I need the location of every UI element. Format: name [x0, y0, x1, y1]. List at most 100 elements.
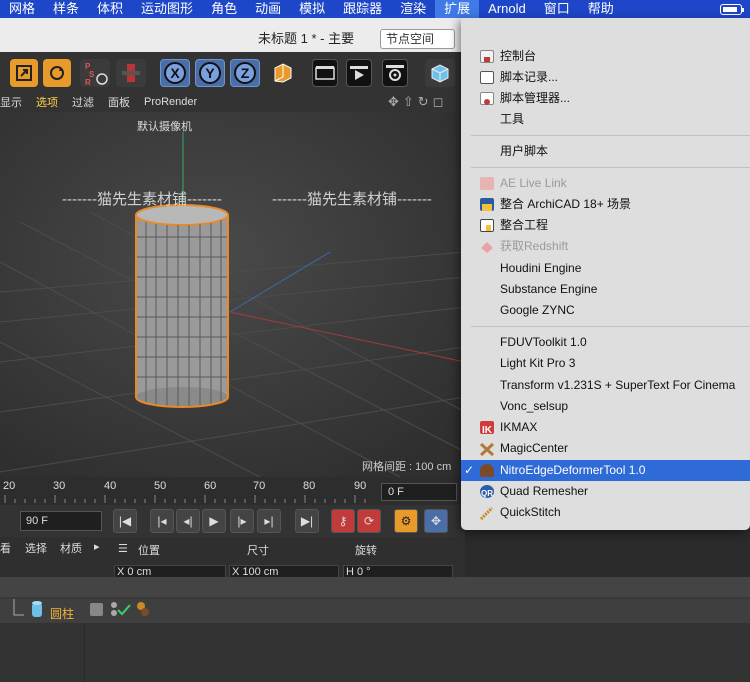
object-manager-header [0, 577, 750, 597]
quickstitch-icon [479, 506, 494, 521]
menu-separator [471, 135, 750, 136]
menu-character[interactable]: 角色 [202, 0, 246, 18]
menu-item-light-kit-pro[interactable]: Light Kit Pro 3 [461, 353, 750, 374]
menu-item-google-zync[interactable]: Google ZYNC [461, 300, 750, 321]
scale-tool-icon[interactable] [10, 59, 38, 87]
menu-item-nitroedgedeformertool[interactable]: ✓ NitroEdgeDeformerTool 1.0 [461, 460, 750, 481]
quad-remesher-icon: QR [480, 485, 494, 498]
render-settings-icon[interactable] [382, 59, 408, 87]
3d-viewport[interactable]: 默认摄像机 -------猫先生素材铺------- -------猫先生素材铺… [0, 112, 465, 477]
menu-item-magiccenter[interactable]: MagicCenter [461, 438, 750, 459]
menu-item-tools[interactable]: 工具 [461, 109, 750, 130]
menu-simulate[interactable]: 模拟 [290, 0, 334, 18]
viewport-menu-filter[interactable]: 过滤 [72, 94, 94, 110]
menu-arnold[interactable]: Arnold [479, 0, 535, 18]
viewport-menu-panel[interactable]: 面板 [108, 94, 130, 110]
previous-frame-icon[interactable]: ◂| [176, 509, 200, 533]
tab-material[interactable]: 材质 [60, 540, 82, 556]
menu-spline[interactable]: 样条 [44, 0, 88, 18]
go-to-end-icon[interactable]: ▶| [295, 509, 319, 533]
timeline-tick: 70 [253, 480, 266, 492]
menu-item-user-scripts[interactable]: 用户脚本 [461, 141, 750, 162]
viewport-menu-options[interactable]: 选项 [36, 94, 58, 110]
svg-text:R: R [85, 78, 91, 87]
move-key-icon[interactable]: ✥ [424, 509, 448, 533]
render-picture-viewer-icon[interactable] [346, 59, 372, 87]
cube-object-icon[interactable] [425, 59, 455, 87]
menu-help[interactable]: 帮助 [579, 0, 623, 18]
menu-item-console[interactable]: 控制台 [461, 46, 750, 67]
menu-item-script-log[interactable]: 脚本记录... [461, 67, 750, 88]
previous-key-icon[interactable]: |◂ [150, 509, 174, 533]
object-manager-body [0, 623, 750, 682]
nitro-icon [480, 464, 494, 477]
menu-item-quickstitch[interactable]: QuickStitch [461, 502, 750, 523]
render-view-icon[interactable] [312, 59, 338, 87]
end-frame-field[interactable]: 90 F [20, 511, 102, 531]
menu-item-script-manager[interactable]: 脚本管理器... [461, 88, 750, 109]
viewport-navigation-icons[interactable]: ✥⇧↻◻ [388, 94, 447, 110]
menu-item-fduvtoolkit[interactable]: FDUVToolkit 1.0 [461, 332, 750, 353]
timeline-ruler[interactable]: 20 30 40 50 60 70 80 90 0 F [0, 477, 465, 505]
menu-item-ikmax[interactable]: IK IKMAX [461, 417, 750, 438]
psr-reset-icon[interactable]: PSR [80, 59, 110, 87]
redshift-icon [480, 240, 494, 253]
next-key-icon[interactable]: ▸| [257, 509, 281, 533]
menu-extensions[interactable]: 扩展 [435, 0, 480, 18]
svg-text:QR: QR [481, 489, 493, 498]
keyframe-settings-icon[interactable]: ⚙ [394, 509, 418, 533]
menu-volume[interactable]: 体积 [88, 0, 132, 18]
timeline-tick: 20 [3, 480, 16, 492]
archicad-icon [480, 198, 494, 211]
autokey-icon[interactable]: ⟳ [357, 509, 381, 533]
lock-y-axis-button[interactable]: Y [195, 59, 225, 87]
tab-view[interactable]: 看 [0, 540, 11, 556]
merge-icon [480, 219, 494, 232]
menu-mograph[interactable]: 运动图形 [132, 0, 202, 18]
menu-item-archicad[interactable]: 整合 ArchiCAD 18+ 场景 [461, 194, 750, 215]
battery-icon[interactable] [720, 3, 744, 15]
record-key-icon[interactable]: ⚷ [331, 509, 355, 533]
coordinates-panel: 看 选择 材质 ▸ ☰ 位置 尺寸 旋转 X 0 cm X 100 cm H 0… [0, 537, 465, 579]
menu-render[interactable]: 渲染 [391, 0, 435, 18]
menu-lines-icon[interactable]: ☰ [118, 542, 128, 555]
menu-item-quad-remesher[interactable]: QR Quad Remesher [461, 481, 750, 502]
ikmax-icon: IK [480, 421, 494, 436]
lock-z-axis-button[interactable]: Z [230, 59, 260, 87]
viewport-scene [0, 112, 465, 477]
menu-mesh[interactable]: 网格 [0, 0, 44, 18]
lock-x-axis-button[interactable]: X [160, 59, 190, 87]
timeline-ticks [4, 495, 366, 503]
menu-tracker[interactable]: 跟踪器 [334, 0, 391, 18]
menu-item-merge-project[interactable]: 整合工程 [461, 215, 750, 236]
menu-separator [471, 326, 750, 327]
viewport-menu-prorender[interactable]: ProRender [144, 96, 197, 108]
object-name-cylinder[interactable]: 圆柱 [50, 605, 74, 622]
menu-item-vonc-selsup[interactable]: Vonc_selsup [461, 396, 750, 417]
menu-item-get-redshift[interactable]: 获取Redshift [461, 236, 750, 257]
node-space-dropdown[interactable]: 节点空间 [380, 29, 455, 49]
snap-magnet-icon[interactable] [116, 59, 146, 87]
next-frame-icon[interactable]: |▸ [230, 509, 254, 533]
grid-spacing-label: 网格间距 : 100 cm [362, 461, 452, 473]
menu-item-transform-supertext[interactable]: Transform v1.231S + SuperText For Cinema [461, 375, 750, 396]
transport-bar: 90 F |◀ |◂ ◂| ▶ |▸ ▸| ▶| ⚷ ⟳ ⚙ ✥ [0, 505, 465, 537]
current-frame-field[interactable]: 0 F [381, 483, 457, 501]
timeline-tick: 30 [53, 480, 66, 492]
edit-toggle-icon [90, 603, 103, 616]
go-to-start-icon[interactable]: |◀ [113, 509, 137, 533]
console-icon [480, 50, 494, 63]
main-toolbar: PSR X Y Z [0, 52, 465, 92]
rotate-tool-icon[interactable] [43, 59, 71, 87]
tab-select[interactable]: 选择 [25, 540, 47, 556]
svg-text:IK: IK [482, 425, 493, 435]
menu-item-substance-engine[interactable]: Substance Engine [461, 279, 750, 300]
play-icon[interactable]: ▶ [202, 509, 226, 533]
coordinate-system-icon[interactable] [268, 59, 298, 87]
menu-item-houdini-engine[interactable]: Houdini Engine [461, 258, 750, 279]
chevron-right-icon[interactable]: ▸ [94, 540, 100, 553]
viewport-menu-display[interactable]: 显示 [0, 94, 22, 110]
menu-window[interactable]: 窗口 [535, 0, 579, 18]
menu-item-ae-live-link[interactable]: AE Live Link [461, 173, 750, 194]
menu-animation[interactable]: 动画 [246, 0, 290, 18]
